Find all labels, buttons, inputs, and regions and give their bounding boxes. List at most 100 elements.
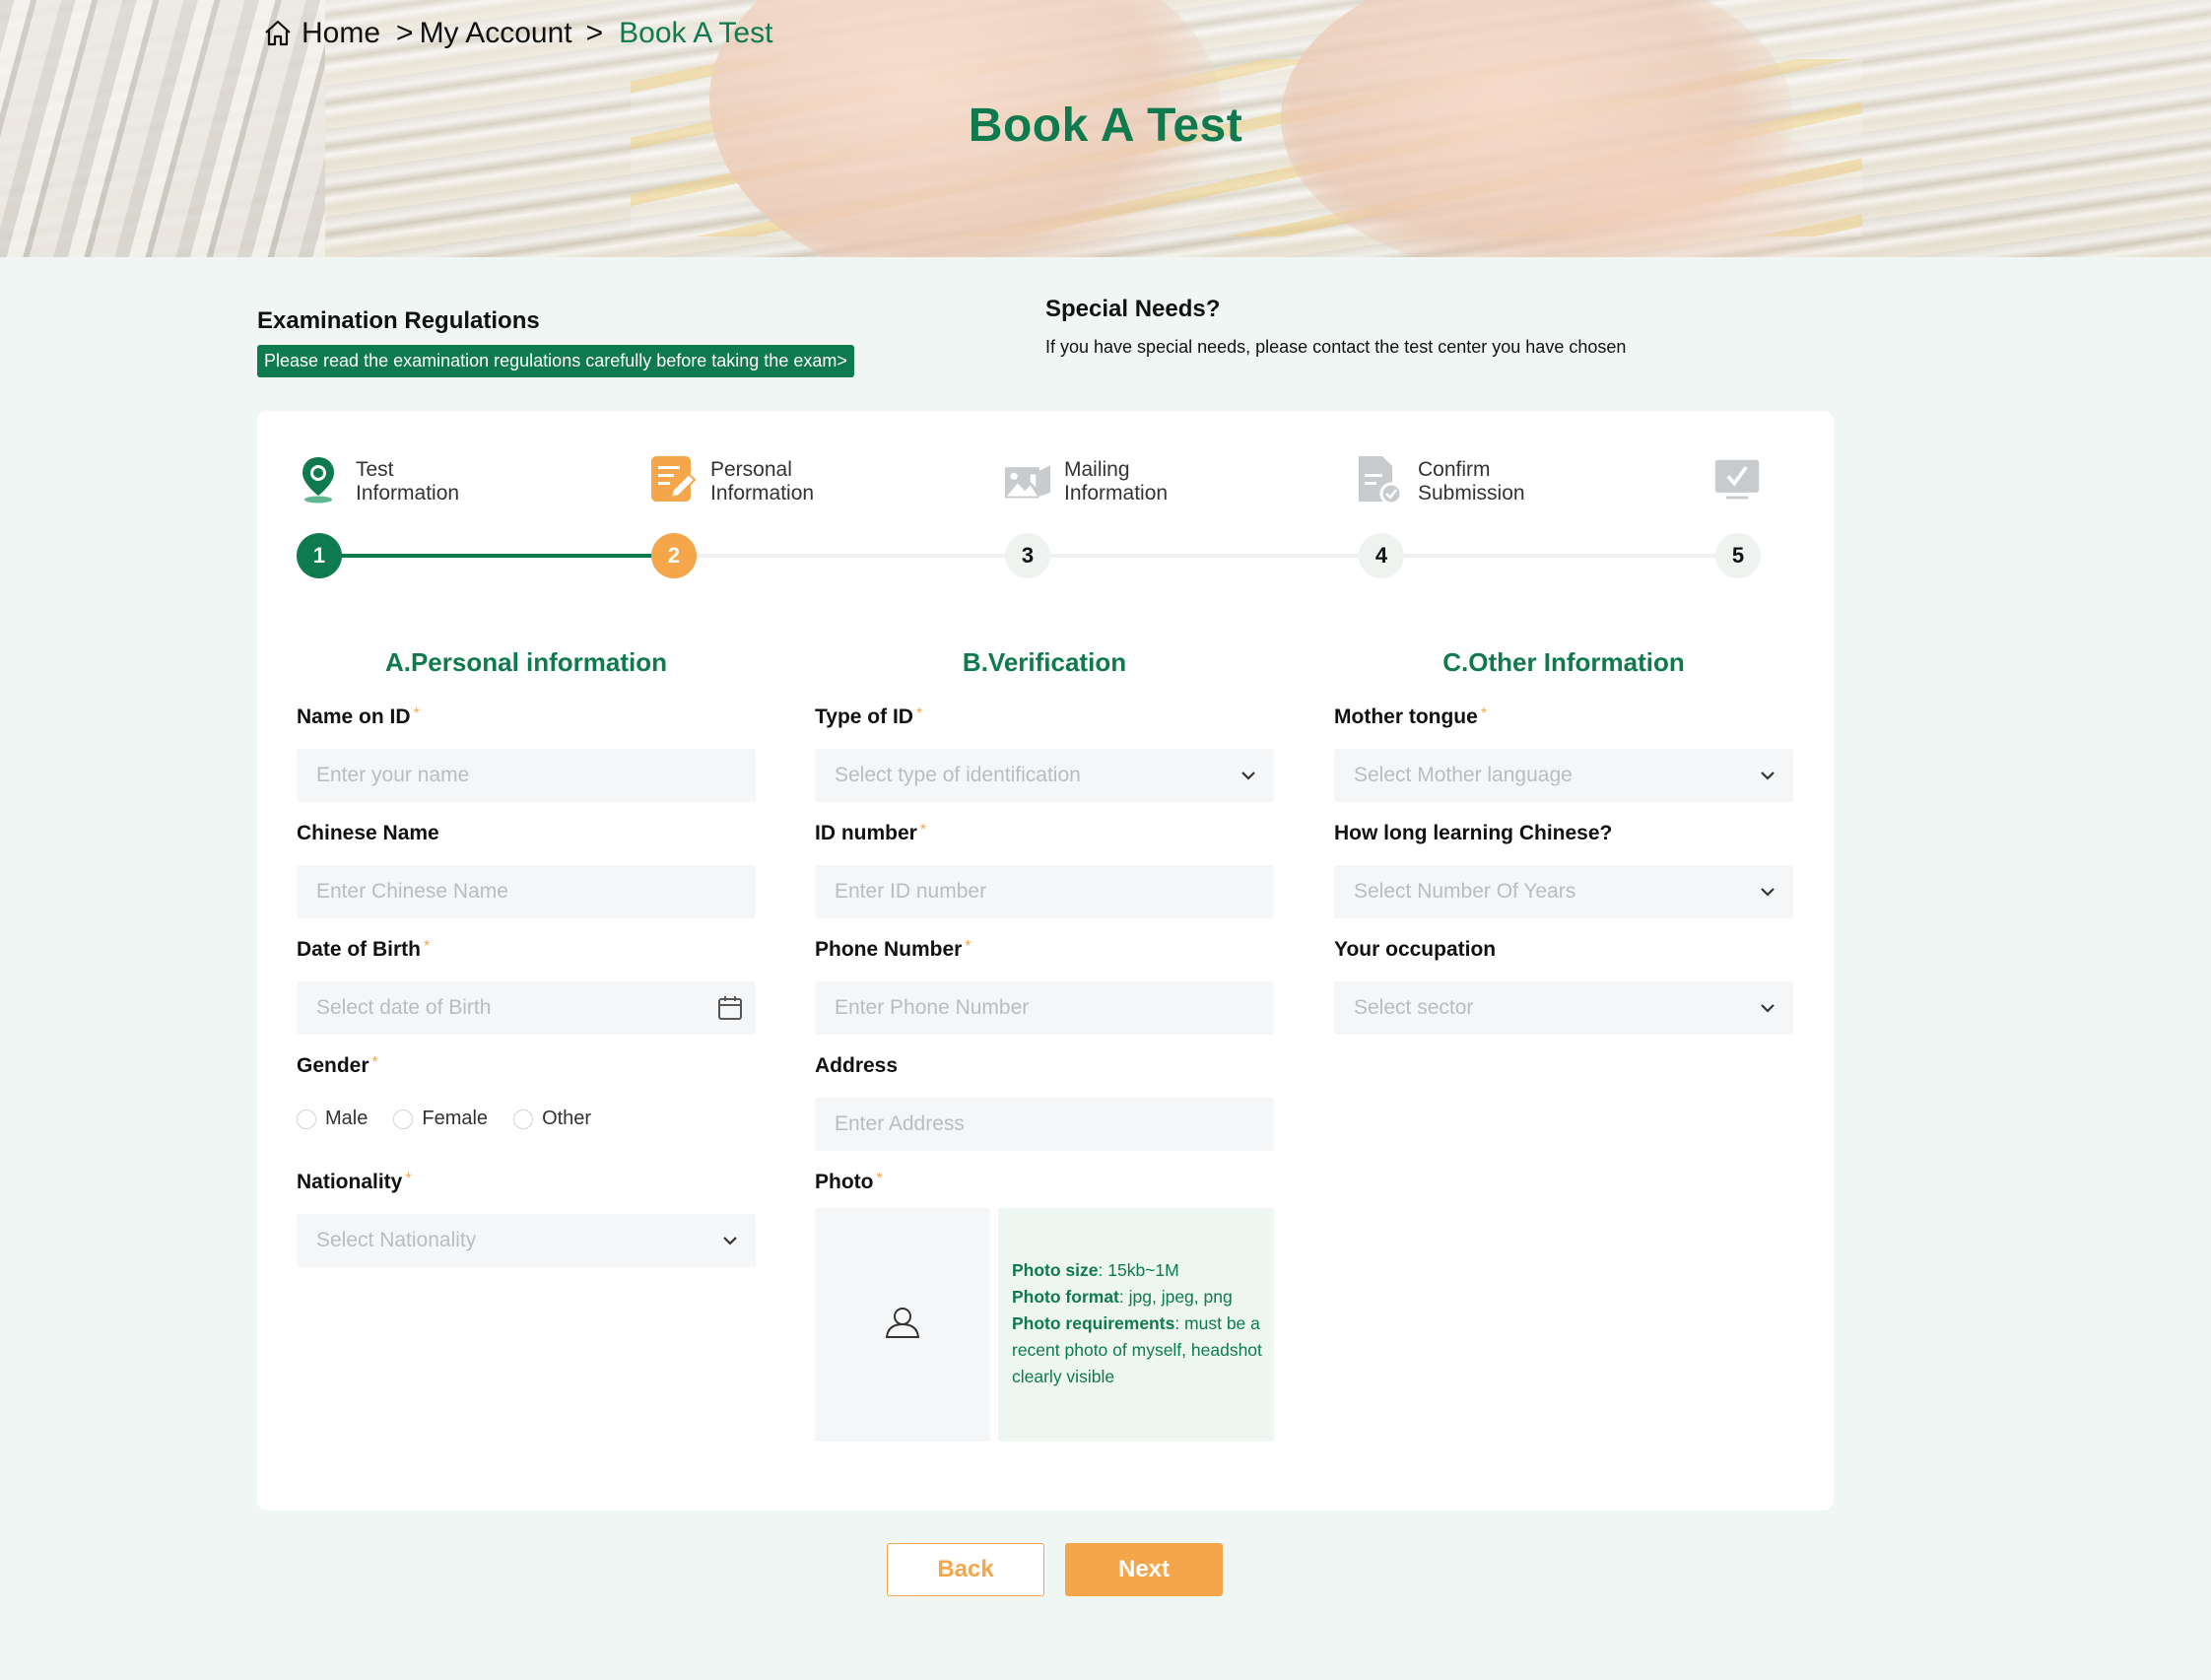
- id-type-label: Type of ID: [815, 706, 913, 728]
- nationality-select[interactable]: Select Nationality: [297, 1214, 756, 1267]
- mother-tongue-label: Mother tongue: [1334, 706, 1478, 728]
- address-placeholder: Enter Address: [835, 1112, 965, 1135]
- step-dot-5: 5: [1715, 533, 1761, 578]
- name-on-id-input[interactable]: Enter your name: [297, 749, 756, 802]
- gender-radio-other[interactable]: Other: [513, 1108, 591, 1130]
- section-other-information-title: C.Other Information: [1442, 647, 1685, 677]
- radio-label: Female: [422, 1108, 489, 1129]
- photo-format-value: : jpg, jpeg, png: [1118, 1287, 1233, 1307]
- learning-years-placeholder: Select Number Of Years: [1354, 880, 1576, 903]
- photo-label: Photo: [815, 1171, 874, 1193]
- step-label: Information: [356, 482, 460, 504]
- id-number-label: ID number: [815, 822, 917, 844]
- chevron-down-icon: [1758, 766, 1777, 785]
- back-button[interactable]: Back: [887, 1543, 1044, 1596]
- step-complete: [1713, 454, 1761, 505]
- special-needs: Special Needs? If you have special needs…: [1045, 296, 1626, 358]
- date-of-birth-field: Date of Birth * Select date of Birth: [297, 938, 756, 1035]
- id-number-field: ID number * Enter ID number: [815, 822, 1274, 918]
- photo-format-label: Photo format: [1012, 1287, 1119, 1307]
- next-button[interactable]: Next: [1065, 1543, 1223, 1596]
- exam-regulations-title: Examination Regulations: [257, 307, 540, 334]
- step-dot-3: 3: [1005, 533, 1050, 578]
- required-mark: *: [405, 1171, 412, 1187]
- map-pin-icon: [295, 454, 342, 505]
- required-mark: *: [915, 706, 923, 722]
- name-on-id-placeholder: Enter your name: [316, 764, 470, 786]
- photo-requirements-label: Photo requirements: [1012, 1313, 1175, 1333]
- step-label: Mailing: [1064, 458, 1130, 481]
- photo-upload[interactable]: [815, 1208, 990, 1442]
- phone-number-input[interactable]: Enter Phone Number: [815, 981, 1274, 1035]
- name-on-id-label: Name on ID: [297, 706, 411, 728]
- occupation-placeholder: Select sector: [1354, 996, 1474, 1019]
- mother-tongue-select[interactable]: Select Mother language: [1334, 749, 1793, 802]
- exam-regulations-link[interactable]: Please read the examination regulations …: [257, 345, 854, 377]
- step-label: Information: [710, 482, 815, 504]
- step-test-information: Test Information: [295, 454, 459, 505]
- section-personal-information-title: A.Personal information: [384, 647, 668, 677]
- date-of-birth-placeholder: Select date of Birth: [316, 996, 492, 1019]
- id-number-placeholder: Enter ID number: [835, 880, 987, 903]
- address-field: Address Enter Address: [815, 1054, 1274, 1151]
- radio-label: Male: [325, 1108, 368, 1129]
- calendar-icon[interactable]: [716, 994, 744, 1022]
- id-type-field: Type of ID * Select type of identificatio…: [815, 706, 1274, 802]
- step-confirm-submission: Confirm Submission: [1357, 454, 1525, 505]
- breadcrumb-my-account[interactable]: My Account: [420, 17, 572, 50]
- chevron-down-icon: [720, 1231, 740, 1250]
- required-mark: *: [413, 706, 420, 722]
- step-dot-2[interactable]: 2: [651, 533, 697, 578]
- chevron-down-icon: [1758, 882, 1777, 902]
- breadcrumb: Home > My Account > Book A Test: [262, 14, 772, 53]
- breadcrumb-current: Book A Test: [619, 17, 773, 49]
- step-dot-4: 4: [1359, 533, 1404, 578]
- occupation-field: Your occupation Select sector: [1334, 938, 1793, 1035]
- date-of-birth-label: Date of Birth: [297, 938, 421, 961]
- breadcrumb-separator: >: [396, 17, 414, 49]
- id-type-select[interactable]: Select type of identification: [815, 749, 1274, 802]
- step-label: Test: [356, 458, 394, 481]
- address-label: Address: [815, 1054, 899, 1077]
- mother-tongue-placeholder: Select Mother language: [1354, 764, 1573, 786]
- step-mailing-information: Mailing Information: [1003, 454, 1168, 505]
- special-needs-title: Special Needs?: [1045, 296, 1221, 322]
- radio-label: Other: [542, 1108, 592, 1129]
- exam-regulations: Examination Regulations Please read the …: [257, 307, 854, 377]
- chevron-down-icon: [1239, 766, 1258, 785]
- breadcrumb-home[interactable]: Home: [302, 17, 380, 50]
- gender-radio-female[interactable]: Female: [393, 1108, 488, 1130]
- step-label: Confirm: [1418, 458, 1491, 481]
- id-number-input[interactable]: Enter ID number: [815, 865, 1274, 918]
- gender-radio-male[interactable]: Male: [297, 1108, 368, 1130]
- step-personal-information: Personal Information: [649, 454, 814, 505]
- home-icon[interactable]: [262, 18, 294, 49]
- learning-years-label: How long learning Chinese?: [1334, 822, 1613, 844]
- required-mark: *: [876, 1171, 883, 1187]
- photo-size-label: Photo size: [1012, 1260, 1099, 1280]
- chinese-name-label: Chinese Name: [297, 822, 439, 844]
- date-of-birth-picker[interactable]: Select date of Birth: [297, 981, 756, 1035]
- section-verification-title: B.Verification: [962, 647, 1127, 677]
- required-mark: *: [424, 938, 431, 955]
- gender-label: Gender: [297, 1054, 369, 1077]
- mother-tongue-field: Mother tongue * Select Mother language: [1334, 706, 1793, 802]
- photo-size-value: : 15kb~1M: [1098, 1260, 1179, 1280]
- phone-number-placeholder: Enter Phone Number: [835, 996, 1030, 1019]
- edit-document-icon: [649, 454, 697, 505]
- phone-number-field: Phone Number * Enter Phone Number: [815, 938, 1274, 1035]
- learning-years-select[interactable]: Select Number Of Years: [1334, 865, 1793, 918]
- name-on-id-field: Name on ID * Enter your name: [297, 706, 756, 802]
- photo-requirements-note: Photo size: 15kb~1M Photo format: jpg, j…: [998, 1208, 1274, 1442]
- page-title: Book A Test: [968, 100, 1243, 152]
- special-needs-text: If you have special needs, please contac…: [1045, 337, 1627, 357]
- address-input[interactable]: Enter Address: [815, 1098, 1274, 1151]
- chinese-name-input[interactable]: Enter Chinese Name: [297, 865, 756, 918]
- occupation-select[interactable]: Select sector: [1334, 981, 1793, 1035]
- chinese-name-placeholder: Enter Chinese Name: [316, 880, 508, 903]
- document-check-icon: [1357, 454, 1404, 505]
- stepper-progress: [320, 554, 675, 558]
- nationality-field: Nationality * Select Nationality: [297, 1171, 756, 1267]
- gender-radio-group: Male Female Other: [297, 1108, 756, 1130]
- step-dot-1[interactable]: 1: [297, 533, 342, 578]
